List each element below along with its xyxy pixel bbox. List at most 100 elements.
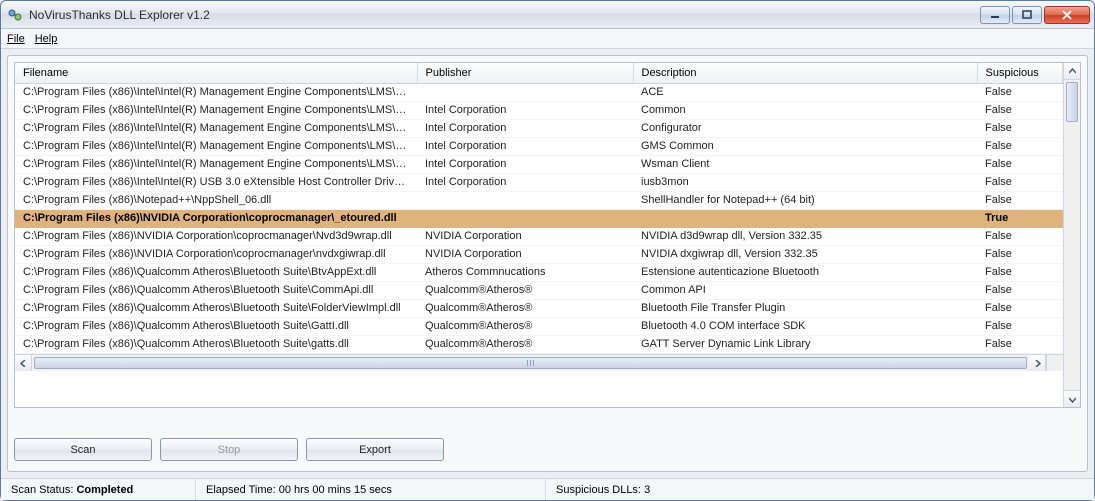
cell-publisher: Qualcomm®Atheros®	[417, 336, 633, 354]
scan-button[interactable]: Scan	[14, 438, 152, 461]
cell-description: iusb3mon	[633, 174, 977, 192]
table-row[interactable]: C:\Program Files (x86)\Intel\Intel(R) US…	[15, 174, 1063, 192]
table-container: Filename Publisher Description Suspiciou…	[14, 62, 1081, 408]
table-row[interactable]: C:\Program Files (x86)\Qualcomm Atheros\…	[15, 318, 1063, 336]
close-button[interactable]	[1044, 6, 1090, 24]
vertical-scrollbar[interactable]	[1063, 63, 1080, 407]
cell-suspicious: False	[977, 102, 1063, 120]
cell-publisher	[417, 192, 633, 210]
table-row[interactable]: C:\Program Files (x86)\NVIDIA Corporatio…	[15, 210, 1063, 228]
cell-description: Common API	[633, 282, 977, 300]
cell-suspicious: False	[977, 246, 1063, 264]
cell-filename: C:\Program Files (x86)\NVIDIA Corporatio…	[15, 246, 417, 264]
table-row[interactable]: C:\Program Files (x86)\Qualcomm Atheros\…	[15, 336, 1063, 354]
status-scan-label: Scan Status:	[11, 484, 73, 496]
status-susp-label: Suspicious DLLs:	[556, 484, 641, 496]
status-susp-value: 3	[644, 484, 650, 496]
cell-publisher	[417, 210, 633, 228]
table-row[interactable]: C:\Program Files (x86)\Qualcomm Atheros\…	[15, 282, 1063, 300]
col-header-suspicious[interactable]: Suspicious	[977, 63, 1063, 84]
cell-publisher: Qualcomm®Atheros®	[417, 282, 633, 300]
horizontal-scrollbar[interactable]	[15, 354, 1063, 371]
cell-description: GATT Server Dynamic Link Library	[633, 336, 977, 354]
cell-suspicious: False	[977, 192, 1063, 210]
scroll-left-icon[interactable]	[15, 355, 32, 371]
cell-description: Bluetooth File Transfer Plugin	[633, 300, 977, 318]
cell-filename: C:\Program Files (x86)\Qualcomm Atheros\…	[15, 264, 417, 282]
col-header-filename[interactable]: Filename	[15, 63, 417, 84]
cell-suspicious: False	[977, 120, 1063, 138]
cell-suspicious: False	[977, 84, 1063, 102]
cell-filename: C:\Program Files (x86)\Intel\Intel(R) Ma…	[15, 102, 417, 120]
statusbar: Scan Status: Completed Elapsed Time: 00 …	[1, 478, 1094, 500]
menu-help[interactable]: Help	[35, 33, 58, 45]
status-elapsed-value: 00 hrs 00 mins 15 secs	[279, 484, 392, 496]
cell-suspicious: False	[977, 282, 1063, 300]
cell-publisher: Intel Corporation	[417, 174, 633, 192]
cell-filename: C:\Program Files (x86)\NVIDIA Corporatio…	[15, 228, 417, 246]
table-row[interactable]: C:\Program Files (x86)\Intel\Intel(R) Ma…	[15, 120, 1063, 138]
cell-description: ACE	[633, 84, 977, 102]
table-row[interactable]: C:\Program Files (x86)\Qualcomm Atheros\…	[15, 264, 1063, 282]
scroll-up-icon[interactable]	[1064, 63, 1080, 80]
minimize-button[interactable]	[980, 6, 1010, 24]
table-row[interactable]: C:\Program Files (x86)\Intel\Intel(R) Ma…	[15, 156, 1063, 174]
cell-publisher: Intel Corporation	[417, 102, 633, 120]
window-title: NoVirusThanks DLL Explorer v1.2	[29, 8, 980, 22]
buttons-row: Scan Stop Export	[14, 408, 1081, 465]
scroll-right-icon[interactable]	[1029, 355, 1046, 371]
cell-filename: C:\Program Files (x86)\Qualcomm Atheros\…	[15, 300, 417, 318]
hscroll-thumb[interactable]	[34, 357, 1027, 369]
cell-filename: C:\Program Files (x86)\Intel\Intel(R) Ma…	[15, 156, 417, 174]
maximize-button[interactable]	[1012, 6, 1042, 24]
status-elapsed-label: Elapsed Time:	[206, 484, 276, 496]
stop-button[interactable]: Stop	[160, 438, 298, 461]
col-header-description[interactable]: Description	[633, 63, 977, 84]
cell-suspicious: False	[977, 228, 1063, 246]
cell-suspicious: True	[977, 210, 1063, 228]
app-icon	[7, 7, 23, 23]
table-row[interactable]: C:\Program Files (x86)\NVIDIA Corporatio…	[15, 246, 1063, 264]
cell-filename: C:\Program Files (x86)\Intel\Intel(R) Ma…	[15, 120, 417, 138]
cell-description: Common	[633, 102, 977, 120]
cell-suspicious: False	[977, 174, 1063, 192]
cell-suspicious: False	[977, 300, 1063, 318]
cell-publisher	[417, 84, 633, 102]
status-scan: Scan Status: Completed	[1, 479, 196, 500]
cell-filename: C:\Program Files (x86)\NVIDIA Corporatio…	[15, 210, 417, 228]
table-row[interactable]: C:\Program Files (x86)\Notepad++\NppShel…	[15, 192, 1063, 210]
table-row[interactable]: C:\Program Files (x86)\Intel\Intel(R) Ma…	[15, 138, 1063, 156]
menu-file[interactable]: File	[7, 33, 25, 45]
table-row[interactable]: C:\Program Files (x86)\Qualcomm Atheros\…	[15, 300, 1063, 318]
menubar: File Help	[1, 29, 1094, 49]
cell-suspicious: False	[977, 156, 1063, 174]
scroll-down-icon[interactable]	[1064, 390, 1080, 407]
cell-description: Estensione autenticazione Bluetooth	[633, 264, 977, 282]
table-row[interactable]: C:\Program Files (x86)\Intel\Intel(R) Ma…	[15, 84, 1063, 102]
cell-suspicious: False	[977, 318, 1063, 336]
vscroll-thumb[interactable]	[1066, 82, 1078, 122]
col-header-publisher[interactable]: Publisher	[417, 63, 633, 84]
cell-publisher: Qualcomm®Atheros®	[417, 300, 633, 318]
cell-description: NVIDIA d3d9wrap dll, Version 332.35	[633, 228, 977, 246]
cell-suspicious: False	[977, 264, 1063, 282]
cell-description	[633, 210, 977, 228]
cell-publisher: Intel Corporation	[417, 156, 633, 174]
table-row[interactable]: C:\Program Files (x86)\Intel\Intel(R) Ma…	[15, 102, 1063, 120]
table-row[interactable]: C:\Program Files (x86)\NVIDIA Corporatio…	[15, 228, 1063, 246]
cell-filename: C:\Program Files (x86)\Qualcomm Atheros\…	[15, 336, 417, 354]
cell-publisher: NVIDIA Corporation	[417, 228, 633, 246]
cell-publisher: Intel Corporation	[417, 138, 633, 156]
cell-description: Configurator	[633, 120, 977, 138]
titlebar: NoVirusThanks DLL Explorer v1.2	[1, 1, 1094, 29]
window-controls	[980, 6, 1090, 24]
cell-publisher: NVIDIA Corporation	[417, 246, 633, 264]
cell-suspicious: False	[977, 138, 1063, 156]
status-scan-value: Completed	[76, 484, 133, 496]
cell-filename: C:\Program Files (x86)\Intel\Intel(R) Ma…	[15, 84, 417, 102]
cell-description: Bluetooth 4.0 COM interface SDK	[633, 318, 977, 336]
status-suspicious: Suspicious DLLs: 3	[546, 479, 660, 500]
export-button[interactable]: Export	[306, 438, 444, 461]
cell-filename: C:\Program Files (x86)\Notepad++\NppShel…	[15, 192, 417, 210]
dll-table: Filename Publisher Description Suspiciou…	[15, 63, 1063, 354]
